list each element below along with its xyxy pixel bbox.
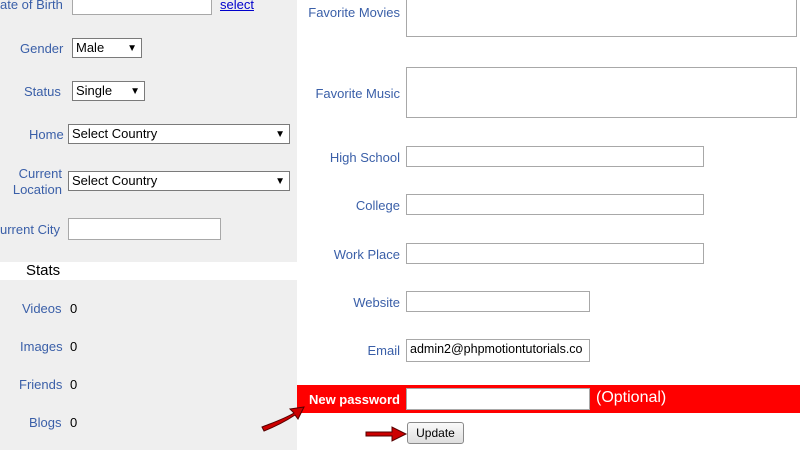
home-country-select[interactable]: Select Country ▼	[68, 124, 290, 144]
favorite-movies-textarea[interactable]	[406, 0, 797, 37]
stat-images-value: 0	[70, 339, 78, 354]
stat-images-label: Images	[20, 339, 63, 354]
current-location-value: Select Country	[72, 173, 158, 188]
website-input[interactable]	[406, 291, 590, 312]
favorite-music-label: Favorite Music	[315, 86, 400, 101]
update-button[interactable]: Update	[407, 422, 464, 444]
arrow-pointer-icon	[261, 406, 305, 432]
current-location-label-line2: Location	[12, 182, 62, 197]
home-label: Home	[29, 127, 64, 142]
email-label: Email	[367, 343, 400, 358]
website-label: Website	[353, 295, 400, 310]
date-of-birth-input[interactable]	[72, 0, 212, 15]
stats-title: Stats	[26, 262, 61, 279]
work-place-label: Work Place	[333, 247, 400, 262]
arrow-pointer-icon	[365, 426, 408, 442]
dropdown-arrow-icon: ▼	[275, 129, 285, 140]
dropdown-arrow-icon: ▼	[275, 176, 285, 187]
current-location-label-line1: Current	[18, 166, 62, 181]
gender-label: Gender	[20, 41, 64, 56]
new-password-input[interactable]	[406, 388, 590, 410]
home-country-value: Select Country	[72, 126, 158, 141]
current-city-label: urrent City	[0, 222, 60, 237]
current-location-select[interactable]: Select Country ▼	[68, 171, 290, 191]
gender-select-value: Male	[76, 40, 105, 55]
stat-videos-label: Videos	[22, 301, 62, 316]
select-date-link[interactable]: select	[220, 0, 254, 12]
favorite-movies-label: Favorite Movies	[308, 5, 400, 20]
gender-select[interactable]: Male ▼	[72, 38, 142, 58]
current-city-input[interactable]	[68, 218, 221, 240]
high-school-label: High School	[329, 150, 400, 165]
stat-blogs-label: Blogs	[29, 415, 62, 430]
stat-blogs-value: 0	[70, 415, 78, 430]
optional-note: (Optional)	[596, 389, 667, 406]
favorite-music-textarea[interactable]	[406, 67, 797, 118]
college-input[interactable]	[406, 194, 704, 215]
dropdown-arrow-icon: ▼	[127, 43, 137, 54]
college-label: College	[355, 198, 400, 213]
stat-friends-value: 0	[70, 377, 78, 392]
work-place-input[interactable]	[406, 243, 704, 264]
status-select[interactable]: Single ▼	[72, 81, 145, 101]
date-of-birth-label: ate of Birth	[0, 0, 63, 12]
high-school-input[interactable]	[406, 146, 704, 167]
status-label: Status	[24, 84, 61, 99]
email-input[interactable]: admin2@phpmotiontutorials.co	[406, 339, 590, 362]
dropdown-arrow-icon: ▼	[130, 86, 140, 97]
stat-videos-value: 0	[70, 301, 78, 316]
new-password-label: New password	[308, 392, 400, 407]
stat-friends-label: Friends	[19, 377, 63, 392]
status-select-value: Single	[76, 83, 113, 98]
